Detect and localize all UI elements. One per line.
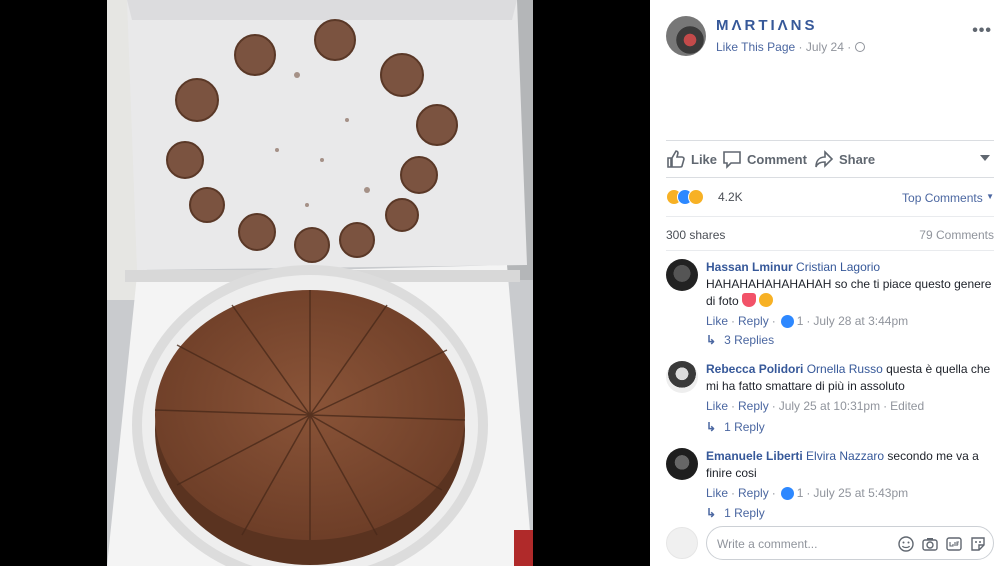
page-name[interactable]: MΛRTIΛNS <box>716 17 818 34</box>
share-button[interactable]: Share <box>814 149 875 169</box>
commenter-avatar[interactable] <box>666 361 698 393</box>
comment-time[interactable]: July 25 at 10:31pm <box>779 398 880 415</box>
view-replies-link[interactable]: ↳ 3 Replies <box>706 333 774 347</box>
emoji-icon[interactable] <box>897 535 915 553</box>
like-page-link[interactable]: Like This Page <box>716 40 795 54</box>
comment-input[interactable]: Write a comment... <box>706 526 994 560</box>
comment-mention[interactable]: Elvira Nazzaro <box>806 449 884 463</box>
footer-separator: · <box>883 399 888 413</box>
like-reaction-icon <box>780 315 794 328</box>
comment-footer: Like · Reply · 1 · July 28 at 3:44pm <box>706 313 996 330</box>
comment-button-label: Comment <box>747 151 807 167</box>
share-button-label: Share <box>839 151 876 167</box>
comment-mention[interactable]: Cristian Lagorio <box>796 260 880 274</box>
share-icon <box>815 150 834 168</box>
comment-author[interactable]: Emanuele Liberti <box>706 449 803 463</box>
comment-like-count[interactable]: 1 <box>797 485 804 502</box>
thumbs-up-icon <box>667 150 685 168</box>
current-user-avatar <box>666 527 698 559</box>
footer-separator: · <box>771 314 776 328</box>
footer-separator: · <box>731 314 736 328</box>
comment-footer: Like · Reply · 1 · July 25 at 5:43pm <box>706 485 996 502</box>
comment-like-button[interactable]: Like <box>706 313 728 330</box>
meta-separator: · <box>798 40 803 54</box>
replies-count: 1 Reply <box>724 506 765 520</box>
reply-arrow-icon: ↳ <box>706 420 717 434</box>
comment-item: Hassan Lminur Cristian Lagorio HAHAHAHAH… <box>666 259 996 339</box>
cake-photo-illustration <box>107 0 533 566</box>
footer-separator: · <box>731 486 736 500</box>
divider <box>666 250 994 251</box>
page-avatar[interactable] <box>666 16 706 56</box>
replies-count: 1 Reply <box>724 420 765 434</box>
comment-icon <box>723 151 741 169</box>
commenter-avatar[interactable] <box>666 259 698 291</box>
comment-item: Rebecca Polidori Ornella Russo questa è … <box>666 361 996 421</box>
reply-arrow-icon: ↳ <box>706 333 717 347</box>
gif-icon[interactable] <box>945 535 963 553</box>
reactions-row: 4.2K Top Comments ▼ <box>666 186 994 216</box>
post-header: MΛRTIΛNS Like This Page · July 24 · ••• <box>666 16 994 60</box>
shares-count[interactable]: 300 shares <box>666 228 725 242</box>
post-side-panel: MΛRTIΛNS Like This Page · July 24 · ••• … <box>650 0 1006 566</box>
post-date[interactable]: July 24 <box>806 40 844 54</box>
comment-input-placeholder: Write a comment... <box>717 537 818 551</box>
divider <box>666 216 994 217</box>
comment-reply-button[interactable]: Reply <box>738 485 769 502</box>
comment-reply-button[interactable]: Reply <box>738 313 769 330</box>
comment-like-count[interactable]: 1 <box>797 313 804 330</box>
action-bar: Like Comment Share <box>666 140 994 178</box>
commenter-avatar[interactable] <box>666 448 698 480</box>
sad-reaction-icon[interactable] <box>688 189 704 205</box>
replies-count: 3 Replies <box>724 333 775 347</box>
footer-separator: · <box>771 486 776 500</box>
comment-edited[interactable]: Edited <box>890 398 924 415</box>
reply-arrow-icon: ↳ <box>706 506 717 520</box>
footer-separator: · <box>806 314 811 328</box>
meta-separator-2: · <box>847 40 852 54</box>
comment-reply-button[interactable]: Reply <box>738 398 769 415</box>
post-meta: Like This Page · July 24 · <box>716 40 865 54</box>
comment-sort-dropdown[interactable]: Top Comments ▼ <box>902 191 994 205</box>
comment-like-button[interactable]: Like <box>706 485 728 502</box>
sticker-icon[interactable] <box>969 535 987 553</box>
like-reaction-icon <box>780 487 794 500</box>
composer-icons <box>897 535 987 553</box>
more-options-icon[interactable]: ••• <box>972 22 992 40</box>
comment-time[interactable]: July 28 at 3:44pm <box>813 313 908 330</box>
comment-sort-label: Top Comments <box>902 191 983 205</box>
comment-mention[interactable]: Ornella Russo <box>807 362 883 376</box>
camera-icon[interactable] <box>921 535 939 553</box>
photo-viewer <box>0 0 650 566</box>
comment-body: Hassan Lminur Cristian Lagorio HAHAHAHAH… <box>706 259 996 330</box>
view-replies-link[interactable]: ↳ 1 Reply <box>706 506 765 520</box>
globe-icon <box>854 42 865 52</box>
comment-body: Emanuele Liberti Elvira Nazzaro secondo … <box>706 448 996 502</box>
comment-footer: Like · Reply · July 25 at 10:31pm · Edit… <box>706 398 996 415</box>
footer-separator: · <box>806 486 811 500</box>
like-button[interactable]: Like <box>666 149 717 169</box>
comment-item: Emanuele Liberti Elvira Nazzaro secondo … <box>666 448 996 508</box>
view-replies-link[interactable]: ↳ 1 Reply <box>706 420 765 434</box>
comment-time[interactable]: July 25 at 5:43pm <box>813 485 908 502</box>
laughing-emoji-icon <box>759 293 774 307</box>
reaction-count[interactable]: 4.2K <box>718 190 743 204</box>
engagement-counts: 300 shares 79 Comments <box>666 228 994 244</box>
sort-caret-icon: ▼ <box>986 192 994 201</box>
footer-separator: · <box>771 399 776 413</box>
comment-body: Rebecca Polidori Ornella Russo questa è … <box>706 361 996 415</box>
comment-like-button[interactable]: Like <box>706 398 728 415</box>
footer-separator: · <box>731 399 736 413</box>
comments-count[interactable]: 79 Comments <box>919 228 994 242</box>
comment-button[interactable]: Comment <box>722 149 807 169</box>
heart-emoji-icon <box>742 293 757 307</box>
post-photo[interactable] <box>107 0 533 566</box>
comment-author[interactable]: Hassan Lminur <box>706 260 793 274</box>
like-button-label: Like <box>691 151 718 167</box>
chevron-down-icon[interactable] <box>980 155 990 161</box>
comment-author[interactable]: Rebecca Polidori <box>706 362 803 376</box>
comment-composer: Write a comment... <box>666 526 994 560</box>
